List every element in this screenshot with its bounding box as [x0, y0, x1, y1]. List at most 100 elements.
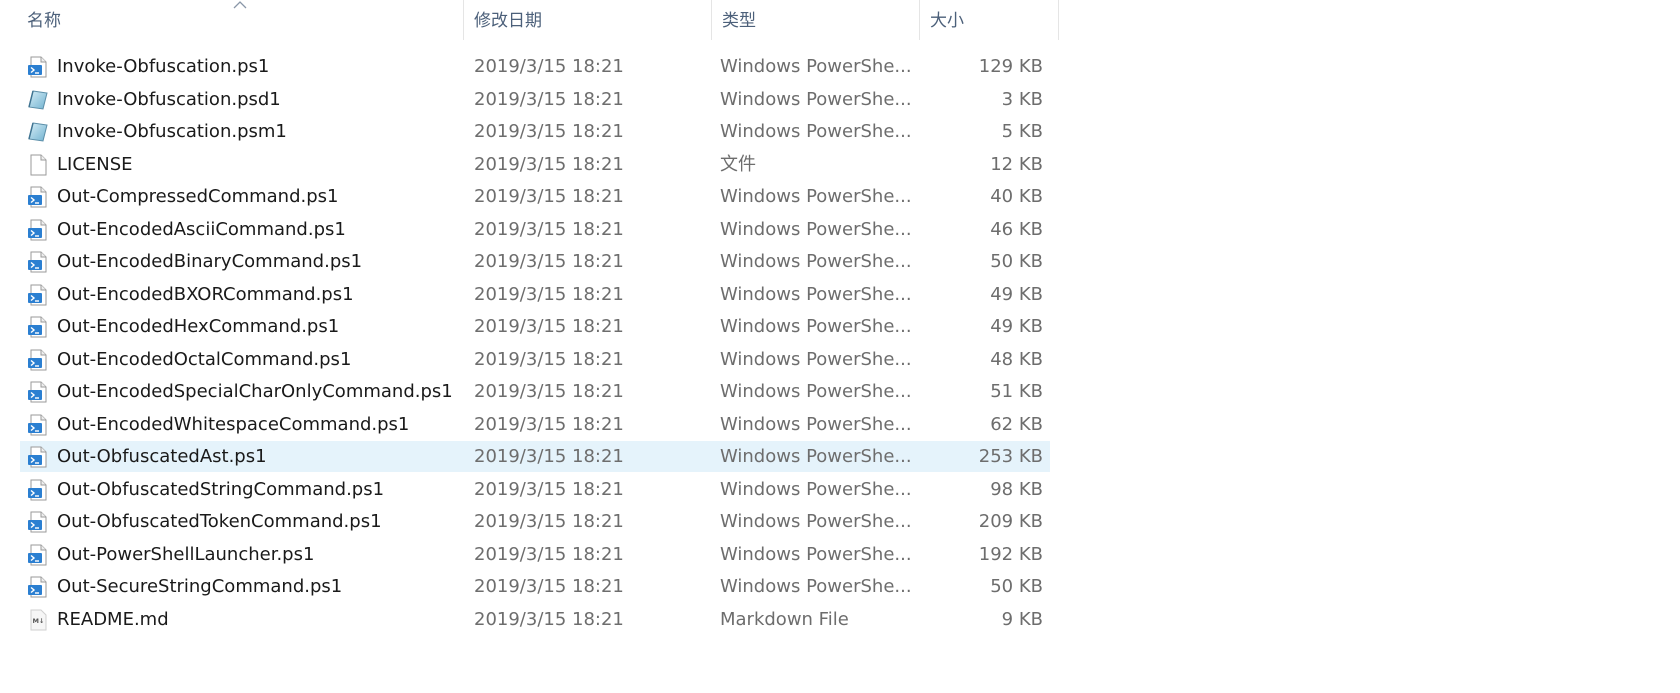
powershell-module-icon: [27, 89, 49, 111]
file-name: README.md: [57, 608, 169, 630]
powershell-script-icon: [27, 414, 49, 436]
powershell-script-icon: [27, 219, 49, 241]
file-row[interactable]: Out-EncodedHexCommand.ps1 2019/3/15 18:2…: [0, 310, 1060, 343]
column-header-date-label: 修改日期: [474, 11, 542, 31]
file-type: Windows PowerShe...: [720, 218, 912, 240]
file-name: Out-EncodedWhitespaceCommand.ps1: [57, 413, 410, 435]
column-divider[interactable]: [1058, 0, 1059, 40]
file-type: Windows PowerShe...: [720, 251, 912, 272]
file-size: 49 KB: [990, 316, 1043, 337]
file-type: Windows PowerShe...: [720, 576, 912, 597]
file-modified-date: 2019/3/15 18:21: [474, 381, 624, 402]
powershell-script-icon: [27, 56, 49, 78]
column-header-name[interactable]: 名称: [17, 0, 463, 40]
file-type: Windows PowerShe...: [720, 478, 912, 500]
file-type: Windows PowerShe...: [720, 446, 912, 467]
file-size: 46 KB: [990, 218, 1043, 240]
file-modified-date: 2019/3/15 18:21: [474, 88, 624, 110]
file-modified-date: 2019/3/15 18:21: [474, 218, 624, 240]
file-size: 9 KB: [1001, 608, 1043, 630]
powershell-script-icon: [27, 446, 49, 468]
file-row[interactable]: LICENSE 2019/3/15 18:21 文件 12 KB: [0, 148, 1060, 181]
file-modified-date: 2019/3/15 18:21: [474, 186, 624, 207]
column-header-type[interactable]: 类型: [712, 0, 919, 40]
file-name: Out-EncodedAsciiCommand.ps1: [57, 218, 346, 240]
file-name: Out-ObfuscatedTokenCommand.ps1: [57, 511, 382, 532]
file-row[interactable]: Invoke-Obfuscation.ps1 2019/3/15 18:21 W…: [0, 50, 1060, 83]
powershell-script-icon: [27, 251, 49, 273]
file-size: 12 KB: [990, 153, 1043, 175]
file-row[interactable]: Out-EncodedBinaryCommand.ps1 2019/3/15 1…: [0, 245, 1060, 278]
powershell-script-icon: [27, 284, 49, 306]
file-type: Windows PowerShe...: [720, 316, 912, 337]
file-size: 98 KB: [990, 478, 1043, 500]
file-row[interactable]: Out-EncodedWhitespaceCommand.ps1 2019/3/…: [0, 408, 1060, 441]
column-header-size[interactable]: 大小: [920, 0, 1058, 40]
file-row[interactable]: M↓ README.md 2019/3/15 18:21 Markdown Fi…: [0, 603, 1060, 636]
powershell-script-icon: [27, 349, 49, 371]
file-modified-date: 2019/3/15 18:21: [474, 543, 624, 565]
file-row[interactable]: Out-SecureStringCommand.ps1 2019/3/15 18…: [0, 570, 1060, 603]
file-row[interactable]: Out-EncodedAsciiCommand.ps1 2019/3/15 18…: [0, 213, 1060, 246]
file-row[interactable]: Out-CompressedCommand.ps1 2019/3/15 18:2…: [0, 180, 1060, 213]
file-modified-date: 2019/3/15 18:21: [474, 478, 624, 500]
file-name: Invoke-Obfuscation.psd1: [57, 88, 281, 110]
file-modified-date: 2019/3/15 18:21: [474, 413, 624, 435]
file-modified-date: 2019/3/15 18:21: [474, 153, 624, 175]
file-row[interactable]: Out-PowerShellLauncher.ps1 2019/3/15 18:…: [0, 538, 1060, 571]
file-name: Out-CompressedCommand.ps1: [57, 186, 339, 207]
file-type: 文件: [720, 153, 756, 175]
file-name: Out-ObfuscatedAst.ps1: [57, 446, 267, 467]
file-type: Windows PowerShe...: [720, 88, 912, 110]
file-modified-date: 2019/3/15 18:21: [474, 251, 624, 272]
file-row[interactable]: Invoke-Obfuscation.psm1 2019/3/15 18:21 …: [0, 115, 1060, 148]
file-name: Out-ObfuscatedStringCommand.ps1: [57, 478, 385, 500]
file-name: Out-EncodedBXORCommand.ps1: [57, 283, 354, 305]
file-type: Markdown File: [720, 608, 849, 630]
file-row[interactable]: Out-EncodedOctalCommand.ps1 2019/3/15 18…: [0, 343, 1060, 376]
file-type: Windows PowerShe...: [720, 511, 912, 532]
file-size: 50 KB: [990, 576, 1043, 597]
file-size: 209 KB: [978, 511, 1043, 532]
file-modified-date: 2019/3/15 18:21: [474, 446, 624, 467]
file-modified-date: 2019/3/15 18:21: [474, 348, 624, 370]
file-row[interactable]: Out-EncodedSpecialCharOnlyCommand.ps1 20…: [0, 375, 1060, 408]
file-size: 50 KB: [990, 251, 1043, 272]
file-row[interactable]: Out-ObfuscatedTokenCommand.ps1 2019/3/15…: [0, 505, 1060, 538]
file-type: Windows PowerShe...: [720, 381, 912, 402]
file-row[interactable]: Out-EncodedBXORCommand.ps1 2019/3/15 18:…: [0, 278, 1060, 311]
file-type: Windows PowerShe...: [720, 283, 912, 305]
column-header-size-label: 大小: [930, 11, 964, 31]
file-type: Windows PowerShe...: [720, 56, 912, 77]
file-row[interactable]: Out-ObfuscatedAst.ps1 2019/3/15 18:21 Wi…: [0, 440, 1060, 473]
file-name: Out-PowerShellLauncher.ps1: [57, 543, 315, 565]
file-name: Out-EncodedSpecialCharOnlyCommand.ps1: [57, 381, 453, 402]
file-modified-date: 2019/3/15 18:21: [474, 56, 624, 77]
file-modified-date: 2019/3/15 18:21: [474, 121, 624, 142]
powershell-script-icon: [27, 479, 49, 501]
powershell-script-icon: [27, 381, 49, 403]
file-type: Windows PowerShe...: [720, 348, 912, 370]
file-size: 48 KB: [990, 348, 1043, 370]
file-row[interactable]: Out-ObfuscatedStringCommand.ps1 2019/3/1…: [0, 473, 1060, 506]
powershell-script-icon: [27, 511, 49, 533]
file-row[interactable]: Invoke-Obfuscation.psd1 2019/3/15 18:21 …: [0, 83, 1060, 116]
column-header-row: 名称 修改日期 类型 大小: [0, 0, 1060, 40]
blank-file-icon: [27, 154, 49, 176]
file-size: 40 KB: [990, 186, 1043, 207]
column-header-date[interactable]: 修改日期: [464, 0, 711, 40]
file-type: Windows PowerShe...: [720, 121, 912, 142]
file-name: Out-SecureStringCommand.ps1: [57, 576, 343, 597]
file-explorer-details-view: 名称 修改日期 类型 大小 Invoke-Obfuscation.ps1 201…: [0, 0, 1680, 693]
file-list: Invoke-Obfuscation.ps1 2019/3/15 18:21 W…: [0, 50, 1060, 635]
file-size: 253 KB: [978, 446, 1043, 467]
file-size: 129 KB: [978, 56, 1043, 77]
file-name: Invoke-Obfuscation.ps1: [57, 56, 270, 77]
column-header-name-label: 名称: [27, 11, 61, 31]
powershell-script-icon: [27, 316, 49, 338]
svg-text:M↓: M↓: [33, 617, 45, 625]
powershell-script-icon: [27, 576, 49, 598]
file-name: Out-EncodedOctalCommand.ps1: [57, 348, 352, 370]
file-size: 51 KB: [990, 381, 1043, 402]
file-size: 5 KB: [1001, 121, 1043, 142]
